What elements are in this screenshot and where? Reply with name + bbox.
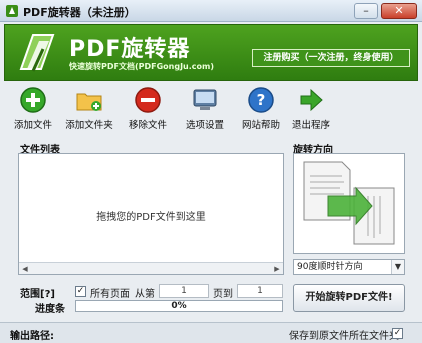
from-page-label: 从第 bbox=[135, 289, 155, 300]
toolbar-label: 添加文件夹 bbox=[65, 120, 113, 131]
scroll-left-icon[interactable]: ◀ bbox=[20, 264, 30, 274]
title-bar: PDF旋转器（未注册） – ✕ bbox=[0, 0, 422, 22]
chevron-down-icon[interactable]: ▼ bbox=[391, 260, 404, 274]
horizontal-scrollbar[interactable]: ◀ ▶ bbox=[19, 262, 283, 274]
rotation-preview-image bbox=[303, 161, 395, 245]
file-list-dropzone[interactable]: 拖拽您的PDF文件到这里 ◀ ▶ bbox=[18, 153, 284, 275]
toolbar-remove-file-button[interactable]: 移除文件 bbox=[125, 86, 171, 132]
progress-percent: 0% bbox=[171, 301, 187, 311]
close-button[interactable]: ✕ bbox=[381, 3, 417, 19]
progress-label: 进度条 bbox=[35, 304, 65, 315]
rotation-preview bbox=[293, 153, 405, 254]
minimize-button[interactable]: – bbox=[354, 3, 378, 19]
output-path-label: 输出路径: bbox=[10, 331, 54, 342]
toolbar-exit-button[interactable]: 退出程序 bbox=[288, 86, 334, 132]
toolbar-label: 选项设置 bbox=[185, 120, 224, 131]
scroll-right-icon[interactable]: ▶ bbox=[272, 264, 282, 274]
all-pages-checkbox[interactable]: ✓ bbox=[75, 286, 86, 297]
to-page-input[interactable]: 1 bbox=[237, 284, 283, 298]
brand-subtitle: 快速旋转PDF文档(PDFGongJu.com) bbox=[69, 62, 215, 71]
toolbar-add-file-button[interactable]: 添加文件 bbox=[10, 86, 56, 132]
toolbar-label: 添加文件 bbox=[13, 120, 52, 131]
add-folder-icon bbox=[76, 93, 102, 111]
add-file-icon bbox=[20, 87, 46, 113]
brand-title: PDF旋转器 bbox=[69, 37, 191, 62]
settings-monitor-icon bbox=[193, 89, 217, 110]
from-page-input[interactable]: 1 bbox=[159, 284, 209, 298]
toolbar-add-folder-button[interactable]: 添加文件夹 bbox=[62, 86, 116, 132]
all-pages-label: 所有页面 bbox=[90, 289, 130, 300]
help-icon: ? bbox=[248, 87, 274, 113]
progress-bar: 0% bbox=[75, 300, 283, 312]
toolbar-label: 移除文件 bbox=[128, 120, 167, 131]
drop-hint: 拖拽您的PDF文件到这里 bbox=[96, 212, 206, 223]
rotation-direction-value: 90度顺时针方向 bbox=[297, 262, 363, 272]
remove-file-icon bbox=[135, 87, 161, 113]
save-to-source-checkbox[interactable]: ✓ bbox=[392, 328, 403, 339]
save-to-source-label: 保存到原文件所在文件夹 bbox=[289, 331, 399, 342]
output-path-bar: 输出路径: 保存到原文件所在文件夹 ✓ bbox=[0, 322, 422, 343]
start-rotate-button[interactable]: 开始旋转PDF文件! bbox=[293, 284, 405, 312]
header-banner: PDF旋转器 快速旋转PDF文档(PDFGongJu.com) 注册购买（一次注… bbox=[4, 24, 418, 81]
register-buy-button[interactable]: 注册购买（一次注册，终身使用） bbox=[252, 49, 410, 67]
exit-arrow-icon bbox=[300, 88, 323, 112]
rotation-direction-select[interactable]: 90度顺时针方向 ▼ bbox=[293, 259, 405, 275]
pdf-rotator-logo-icon bbox=[19, 34, 55, 72]
toolbar-settings-button[interactable]: 选项设置 bbox=[182, 86, 228, 132]
toolbar-label: 网站帮助 bbox=[241, 120, 280, 131]
window-title: PDF旋转器（未注册） bbox=[23, 6, 136, 19]
toolbar-label: 退出程序 bbox=[291, 120, 330, 131]
app-icon bbox=[6, 5, 18, 17]
range-label[interactable]: 范围[?] bbox=[20, 285, 55, 300]
svg-text:?: ? bbox=[257, 91, 266, 109]
toolbar-help-button[interactable]: ? 网站帮助 bbox=[238, 86, 284, 132]
to-page-label: 页到 bbox=[213, 289, 233, 300]
